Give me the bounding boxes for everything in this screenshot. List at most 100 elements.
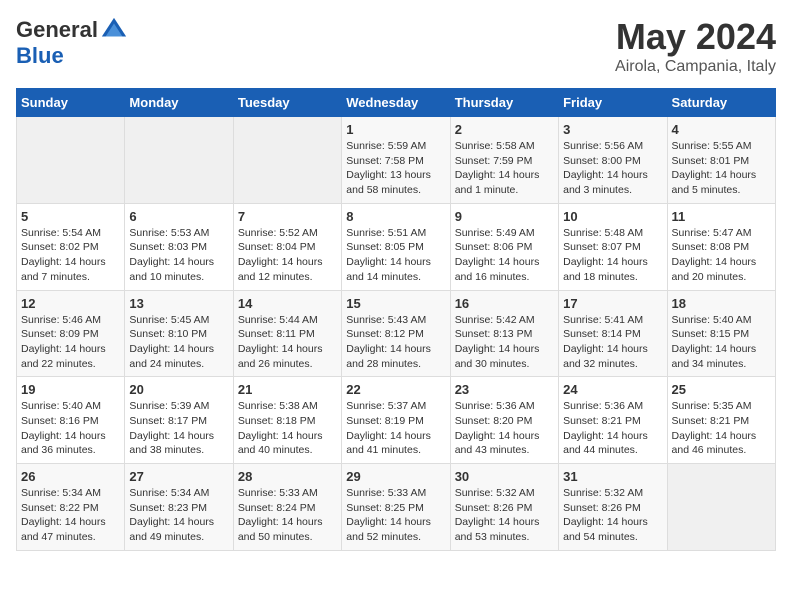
day-info: Sunrise: 5:52 AMSunset: 8:04 PMDaylight:… xyxy=(238,226,337,285)
day-number: 3 xyxy=(563,122,662,137)
day-number: 26 xyxy=(21,469,120,484)
calendar-cell: 2 Sunrise: 5:58 AMSunset: 7:59 PMDaylight… xyxy=(450,117,558,204)
calendar-week-row: 19 Sunrise: 5:40 AMSunset: 8:16 PMDayligh… xyxy=(17,377,776,464)
weekday-header-monday: Monday xyxy=(125,89,233,117)
calendar-cell: 6 Sunrise: 5:53 AMSunset: 8:03 PMDaylight… xyxy=(125,203,233,290)
calendar-cell: 18 Sunrise: 5:40 AMSunset: 8:15 PMDayligh… xyxy=(667,290,775,377)
weekday-header-saturday: Saturday xyxy=(667,89,775,117)
day-info: Sunrise: 5:39 AMSunset: 8:17 PMDaylight:… xyxy=(129,399,228,458)
title-block: May 2024 Airola, Campania, Italy xyxy=(615,16,776,76)
day-info: Sunrise: 5:38 AMSunset: 8:18 PMDaylight:… xyxy=(238,399,337,458)
location-title: Airola, Campania, Italy xyxy=(615,58,776,76)
day-number: 9 xyxy=(455,209,554,224)
day-info: Sunrise: 5:47 AMSunset: 8:08 PMDaylight:… xyxy=(672,226,771,285)
day-number: 1 xyxy=(346,122,445,137)
calendar-cell: 4Sunrise: 5:55 AMSunset: 8:01 PMDaylight… xyxy=(667,117,775,204)
weekday-header-sunday: Sunday xyxy=(17,89,125,117)
day-info: Sunrise: 5:34 AMSunset: 8:22 PMDaylight:… xyxy=(21,486,120,545)
weekday-header-tuesday: Tuesday xyxy=(233,89,341,117)
calendar-cell: 14 Sunrise: 5:44 AMSunset: 8:11 PMDayligh… xyxy=(233,290,341,377)
calendar-cell xyxy=(667,464,775,551)
calendar-cell: 26 Sunrise: 5:34 AMSunset: 8:22 PMDayligh… xyxy=(17,464,125,551)
day-number: 20 xyxy=(129,382,228,397)
day-info: Sunrise: 5:33 AMSunset: 8:24 PMDaylight:… xyxy=(238,486,337,545)
calendar-cell: 12Sunrise: 5:46 AMSunset: 8:09 PMDayligh… xyxy=(17,290,125,377)
calendar-cell: 29 Sunrise: 5:33 AMSunset: 8:25 PMDayligh… xyxy=(342,464,450,551)
calendar-cell: 28 Sunrise: 5:33 AMSunset: 8:24 PMDayligh… xyxy=(233,464,341,551)
day-number: 29 xyxy=(346,469,445,484)
day-number: 2 xyxy=(455,122,554,137)
calendar-cell xyxy=(17,117,125,204)
calendar-cell: 17Sunrise: 5:41 AMSunset: 8:14 PMDayligh… xyxy=(559,290,667,377)
day-info: Sunrise: 5:42 AMSunset: 8:13 PMDaylight:… xyxy=(455,313,554,372)
calendar-week-row: 26 Sunrise: 5:34 AMSunset: 8:22 PMDayligh… xyxy=(17,464,776,551)
day-number: 5 xyxy=(21,209,120,224)
day-info: Sunrise: 5:53 AMSunset: 8:03 PMDaylight:… xyxy=(129,226,228,285)
day-info: Sunrise: 5:51 AMSunset: 8:05 PMDaylight:… xyxy=(346,226,445,285)
day-info: Sunrise: 5:49 AMSunset: 8:06 PMDaylight:… xyxy=(455,226,554,285)
calendar-week-row: 12Sunrise: 5:46 AMSunset: 8:09 PMDayligh… xyxy=(17,290,776,377)
day-number: 18 xyxy=(672,296,771,311)
day-info: Sunrise: 5:36 AMSunset: 8:20 PMDaylight:… xyxy=(455,399,554,458)
day-info: Sunrise: 5:35 AMSunset: 8:21 PMDaylight:… xyxy=(672,399,771,458)
calendar-header-row: SundayMondayTuesdayWednesdayThursdayFrid… xyxy=(17,89,776,117)
weekday-header-friday: Friday xyxy=(559,89,667,117)
day-info: Sunrise: 5:34 AMSunset: 8:23 PMDaylight:… xyxy=(129,486,228,545)
calendar-cell: 24 Sunrise: 5:36 AMSunset: 8:21 PMDayligh… xyxy=(559,377,667,464)
calendar-cell: 13 Sunrise: 5:45 AMSunset: 8:10 PMDayligh… xyxy=(125,290,233,377)
logo-icon xyxy=(100,16,128,44)
day-info: Sunrise: 5:44 AMSunset: 8:11 PMDaylight:… xyxy=(238,313,337,372)
day-number: 4 xyxy=(672,122,771,137)
day-number: 19 xyxy=(21,382,120,397)
calendar-week-row: 1 Sunrise: 5:59 AMSunset: 7:58 PMDaylight… xyxy=(17,117,776,204)
day-number: 28 xyxy=(238,469,337,484)
day-info: Sunrise: 5:33 AMSunset: 8:25 PMDaylight:… xyxy=(346,486,445,545)
day-number: 6 xyxy=(129,209,228,224)
day-number: 31 xyxy=(563,469,662,484)
day-number: 25 xyxy=(672,382,771,397)
calendar-cell: 9 Sunrise: 5:49 AMSunset: 8:06 PMDaylight… xyxy=(450,203,558,290)
day-number: 22 xyxy=(346,382,445,397)
calendar-cell xyxy=(233,117,341,204)
day-number: 11 xyxy=(672,209,771,224)
day-number: 15 xyxy=(346,296,445,311)
day-number: 24 xyxy=(563,382,662,397)
day-info: Sunrise: 5:59 AMSunset: 7:58 PMDaylight:… xyxy=(346,139,445,198)
calendar-cell: 20 Sunrise: 5:39 AMSunset: 8:17 PMDayligh… xyxy=(125,377,233,464)
calendar-cell: 5Sunrise: 5:54 AMSunset: 8:02 PMDaylight… xyxy=(17,203,125,290)
day-info: Sunrise: 5:41 AMSunset: 8:14 PMDaylight:… xyxy=(563,313,662,372)
calendar-cell: 15 Sunrise: 5:43 AMSunset: 8:12 PMDayligh… xyxy=(342,290,450,377)
calendar-cell: 21Sunrise: 5:38 AMSunset: 8:18 PMDayligh… xyxy=(233,377,341,464)
day-number: 10 xyxy=(563,209,662,224)
calendar-cell: 8 Sunrise: 5:51 AMSunset: 8:05 PMDaylight… xyxy=(342,203,450,290)
day-info: Sunrise: 5:45 AMSunset: 8:10 PMDaylight:… xyxy=(129,313,228,372)
month-title: May 2024 xyxy=(615,16,776,58)
day-number: 16 xyxy=(455,296,554,311)
day-info: Sunrise: 5:36 AMSunset: 8:21 PMDaylight:… xyxy=(563,399,662,458)
day-info: Sunrise: 5:58 AMSunset: 7:59 PMDaylight:… xyxy=(455,139,554,198)
day-info: Sunrise: 5:43 AMSunset: 8:12 PMDaylight:… xyxy=(346,313,445,372)
day-number: 8 xyxy=(346,209,445,224)
calendar-cell: 11 Sunrise: 5:47 AMSunset: 8:08 PMDayligh… xyxy=(667,203,775,290)
day-number: 7 xyxy=(238,209,337,224)
day-number: 23 xyxy=(455,382,554,397)
calendar-cell: 31 Sunrise: 5:32 AMSunset: 8:26 PMDayligh… xyxy=(559,464,667,551)
day-info: Sunrise: 5:32 AMSunset: 8:26 PMDaylight:… xyxy=(563,486,662,545)
calendar-cell: 1 Sunrise: 5:59 AMSunset: 7:58 PMDaylight… xyxy=(342,117,450,204)
day-info: Sunrise: 5:40 AMSunset: 8:16 PMDaylight:… xyxy=(21,399,120,458)
day-info: Sunrise: 5:48 AMSunset: 8:07 PMDaylight:… xyxy=(563,226,662,285)
calendar-cell: 22Sunrise: 5:37 AMSunset: 8:19 PMDayligh… xyxy=(342,377,450,464)
calendar-cell: 30Sunrise: 5:32 AMSunset: 8:26 PMDayligh… xyxy=(450,464,558,551)
calendar-cell: 16 Sunrise: 5:42 AMSunset: 8:13 PMDayligh… xyxy=(450,290,558,377)
page-header: General Blue May 2024 Airola, Campania, … xyxy=(16,16,776,76)
day-info: Sunrise: 5:32 AMSunset: 8:26 PMDaylight:… xyxy=(455,486,554,545)
weekday-header-thursday: Thursday xyxy=(450,89,558,117)
day-number: 14 xyxy=(238,296,337,311)
calendar-cell: 25 Sunrise: 5:35 AMSunset: 8:21 PMDayligh… xyxy=(667,377,775,464)
day-info: Sunrise: 5:40 AMSunset: 8:15 PMDaylight:… xyxy=(672,313,771,372)
day-number: 13 xyxy=(129,296,228,311)
calendar-cell: 7 Sunrise: 5:52 AMSunset: 8:04 PMDaylight… xyxy=(233,203,341,290)
calendar-table: SundayMondayTuesdayWednesdayThursdayFrid… xyxy=(16,88,776,551)
day-info: Sunrise: 5:56 AMSunset: 8:00 PMDaylight:… xyxy=(563,139,662,198)
day-number: 12 xyxy=(21,296,120,311)
